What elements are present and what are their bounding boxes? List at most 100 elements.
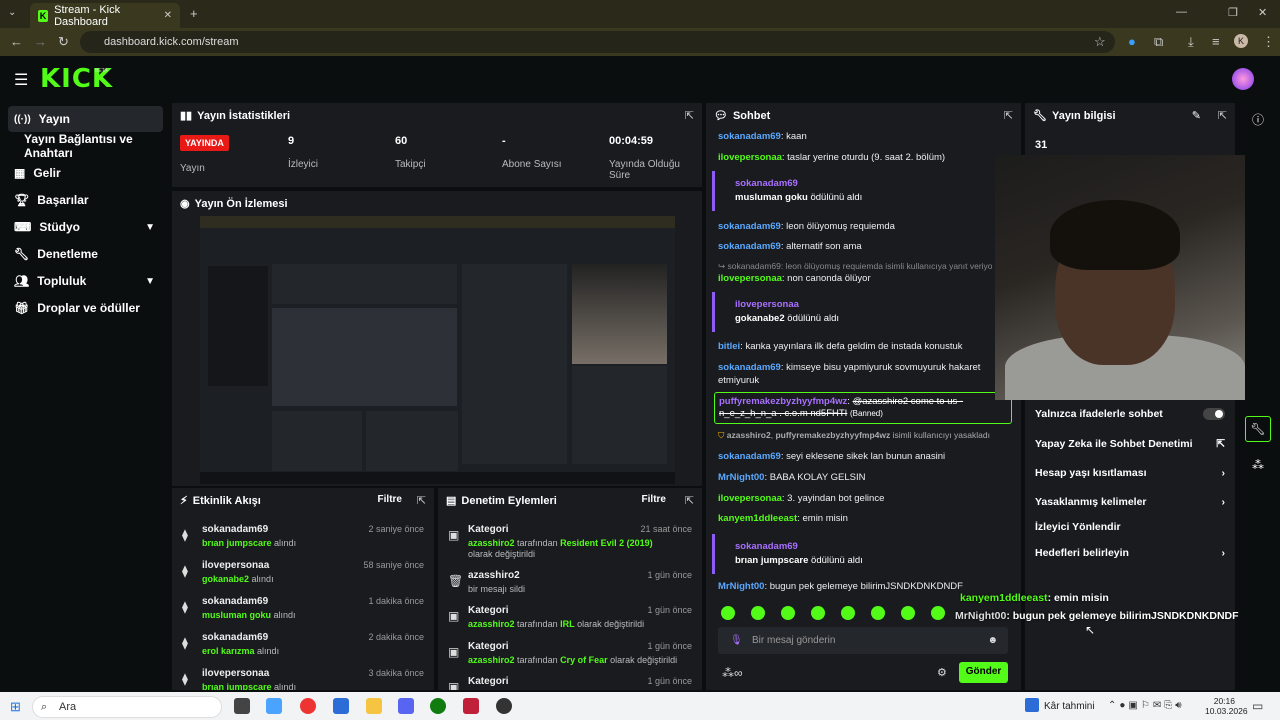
mod-time: 1 gün önce — [647, 605, 692, 615]
stream-preview-video[interactable] — [200, 216, 675, 484]
sidebar-item-basarilar[interactable]: 🏆︎ Başarılar — [8, 187, 163, 213]
sidebar-item-yayin[interactable]: ((·)) Yayın — [8, 106, 163, 132]
sidebar-item-studyo[interactable]: ⌨ Stüdyo ▼ — [8, 214, 163, 240]
weather-text[interactable]: Kâr tahmini — [1044, 701, 1095, 712]
popout-icon[interactable]: ⇱ — [1004, 109, 1013, 122]
filter-button[interactable]: Filtre — [642, 494, 666, 505]
chat-user[interactable]: ilovepersonaa — [718, 152, 782, 163]
notification-icon[interactable]: ▭ — [1252, 699, 1263, 713]
chat-user[interactable]: sokanadam69 — [735, 541, 798, 552]
chat-user[interactable]: sokanadam69 — [718, 221, 781, 232]
chrome-icon[interactable] — [300, 698, 316, 714]
browser-menu-icon[interactable]: ⋮ — [1262, 34, 1275, 50]
info-icon[interactable]: ⓘ — [1252, 111, 1264, 128]
channel-points-icon[interactable]: ⁂∞ — [722, 666, 743, 680]
chat-user[interactable]: ilovepersonaa — [718, 273, 782, 284]
sidebar-item-topluluk[interactable]: 👥︎ Topluluk ▼ — [8, 268, 163, 294]
forward-icon[interactable]: → — [34, 34, 47, 49]
copilot-icon[interactable] — [266, 698, 282, 714]
option-banned-words[interactable]: Yasaklanmış kelimeler › — [1035, 496, 1225, 508]
discord-icon[interactable] — [398, 698, 414, 714]
bookmark-star-icon[interactable]: ☆ — [1094, 34, 1106, 50]
chat-user[interactable]: ilovepersonaa — [735, 299, 799, 310]
emote-icon[interactable] — [751, 606, 765, 620]
filter-button[interactable]: Filtre — [378, 494, 402, 505]
reward-name: musluman goku — [735, 192, 808, 203]
chat-user[interactable]: sokanadam69 — [718, 241, 781, 252]
maximize-icon[interactable]: ❐ — [1228, 6, 1238, 19]
extension-icon[interactable]: ● — [1128, 34, 1136, 49]
hamburger-menu-icon[interactable]: ☰ — [14, 70, 28, 90]
minimize-icon[interactable]: — — [1176, 6, 1187, 18]
sidebar-item-denetleme[interactable]: 🔧︎ Denetleme — [8, 241, 163, 267]
task-view-icon[interactable] — [234, 698, 250, 714]
chat-user[interactable]: bitlei — [718, 341, 740, 352]
edit-pencil-icon[interactable]: ✎ — [1192, 109, 1201, 122]
option-emote-only[interactable]: Yalnızca ifadelerle sohbet — [1035, 408, 1225, 420]
chat-user[interactable]: sokanadam69 — [718, 362, 781, 373]
profile-avatar[interactable]: K — [1234, 34, 1248, 48]
file-explorer-icon[interactable] — [366, 698, 382, 714]
emote-icon[interactable] — [781, 606, 795, 620]
chat-user[interactable]: ilovepersonaa — [718, 493, 782, 504]
address-bar[interactable]: dashboard.kick.com/stream — [80, 31, 1115, 53]
back-icon[interactable]: ← — [10, 34, 23, 49]
obs-icon[interactable] — [496, 698, 512, 714]
popout-icon[interactable]: ⇱ — [685, 109, 694, 122]
xbox-icon[interactable] — [430, 698, 446, 714]
panel-title: ▤ Denetim Eylemleri — [446, 494, 557, 508]
chat-user[interactable]: MrNight00 — [718, 581, 764, 592]
user-avatar[interactable] — [1232, 68, 1254, 90]
microphone-icon[interactable]: 🎙︎ — [730, 627, 743, 654]
tab-list-icon[interactable]: ⌄ — [8, 7, 16, 18]
popout-icon[interactable]: ⇱ — [685, 494, 694, 507]
reload-icon[interactable]: ↻ — [58, 34, 69, 50]
feed-user: sokanadam69 — [202, 596, 269, 607]
app-icon[interactable] — [463, 698, 479, 714]
list-item: ⧫ ilovepersonaa 58 saniye önce gokanabe2 al… — [172, 558, 434, 592]
tray-icons[interactable]: ⌃●▣⚐✉⎘🔊︎ — [1108, 700, 1185, 711]
popout-icon[interactable]: ⇱ — [417, 494, 426, 507]
sidebar-item-droplar[interactable]: 🎁︎ Droplar ve ödüller — [8, 295, 163, 321]
community-icon: 👥︎ — [14, 274, 30, 288]
option-goals[interactable]: Hedefleri belirleyin › — [1035, 547, 1225, 559]
emote-icon[interactable] — [841, 606, 855, 620]
emoji-icon[interactable]: ☻ — [987, 627, 998, 654]
popout-icon[interactable]: ⇱ — [1218, 109, 1227, 122]
download-icon[interactable]: ⤓ — [1188, 34, 1194, 50]
emote-icon[interactable] — [721, 606, 735, 620]
weather-icon[interactable] — [1025, 698, 1039, 712]
sidebar-item-gelir[interactable]: ▦ Gelir — [8, 160, 163, 186]
emote-icon[interactable] — [901, 606, 915, 620]
windows-start-icon[interactable]: ⊞ — [10, 699, 21, 715]
emote-only-toggle[interactable] — [1203, 408, 1225, 420]
new-tab-icon[interactable]: + — [190, 6, 198, 21]
option-account-age[interactable]: Hesap yaşı kısıtlaması › — [1035, 467, 1225, 479]
chat-user[interactable]: sokanadam69 — [718, 131, 781, 142]
chat-user[interactable]: puffyremakezbyzhyyfmp4wz — [719, 396, 847, 407]
option-raid[interactable]: İzleyici Yönlendir — [1035, 521, 1225, 533]
media-icon[interactable]: ≡ — [1212, 34, 1220, 49]
chat-user[interactable]: kanyem1ddleeast — [718, 513, 797, 524]
people-icon[interactable]: ⁂ — [1252, 458, 1264, 472]
sidebar-item-stream-key[interactable]: Yayın Bağlantısı ve Anahtarı — [18, 132, 170, 160]
chat-message: sokanadam69: kimseye bisu yapmiyuruk sov… — [718, 362, 981, 386]
send-button[interactable]: Gönder — [959, 662, 1008, 683]
emote-icon[interactable] — [931, 606, 945, 620]
app-icon[interactable] — [333, 698, 349, 714]
chat-input[interactable]: 🎙︎ Bir mesaj gönderin ☻ — [718, 627, 1008, 654]
tab-close-icon[interactable]: ✕ — [164, 10, 172, 21]
option-ai-moderation[interactable]: Yapay Zeka ile Sohbet Denetimi ⇱ — [1035, 438, 1225, 450]
chat-user[interactable]: MrNight00 — [718, 472, 764, 483]
clock[interactable]: 20:16 10.03.2026 — [1205, 696, 1248, 716]
mod-tools-icon[interactable]: 🔧︎ — [1245, 416, 1271, 442]
chat-user[interactable]: sokanadam69 — [718, 451, 781, 462]
close-window-icon[interactable]: ✕ — [1258, 6, 1267, 19]
extensions-puzzle-icon[interactable]: ⧉ — [1154, 34, 1163, 50]
emote-icon[interactable] — [811, 606, 825, 620]
taskbar-search[interactable]: ⌕ Ara — [32, 696, 222, 718]
chat-user[interactable]: sokanadam69 — [735, 178, 798, 189]
browser-tab[interactable]: K Stream - Kick Dashboard ✕ — [30, 3, 180, 28]
chat-settings-icon[interactable]: ⚙ — [937, 666, 947, 679]
emote-icon[interactable] — [871, 606, 885, 620]
